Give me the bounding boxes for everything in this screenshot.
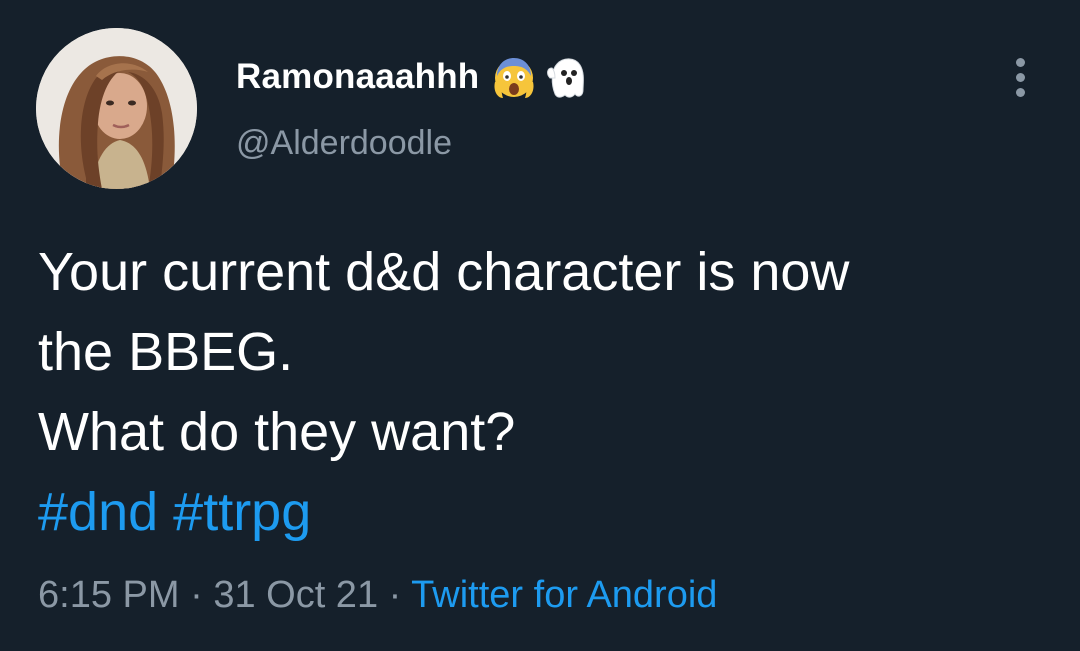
avatar-photo — [36, 28, 197, 189]
ghost-icon — [543, 54, 589, 100]
tweet-time[interactable]: 6:15 PM — [38, 574, 180, 616]
author-handle[interactable]: @Alderdoodle — [236, 124, 452, 163]
tweet-metadata: 6:15 PM · 31 Oct 21 · Twitter for Androi… — [38, 574, 717, 617]
hashtag-link[interactable]: #dnd — [38, 482, 158, 542]
hashtag-link[interactable]: #ttrpg — [173, 482, 311, 542]
more-dot-icon — [1016, 88, 1025, 97]
meta-separator: · — [190, 574, 203, 616]
tweet-date[interactable]: 31 Oct 21 — [213, 574, 378, 616]
tweet-source-link[interactable]: Twitter for Android — [411, 574, 717, 616]
author-name-row[interactable]: Ramonaaahhh — [236, 52, 589, 102]
more-options-button[interactable] — [1004, 56, 1038, 98]
tweet-text-line: Your current d&d character is now — [38, 242, 850, 302]
screaming-face-icon — [491, 54, 537, 100]
hashtags-line: #dnd #ttrpg — [38, 472, 1058, 552]
meta-separator: · — [388, 574, 402, 616]
tweet-text-line: the BBEG. — [38, 322, 294, 382]
more-dot-icon — [1016, 73, 1025, 82]
avatar[interactable] — [36, 28, 197, 189]
display-name[interactable]: Ramonaaahhh — [236, 57, 479, 97]
tweet-text: Your current d&d character is now the BB… — [38, 232, 1058, 552]
tweet-text-line: What do they want? — [38, 402, 516, 462]
tweet-card: Ramonaaahhh @Alderdoodle Your current d&… — [0, 0, 1080, 651]
more-dot-icon — [1016, 58, 1025, 67]
